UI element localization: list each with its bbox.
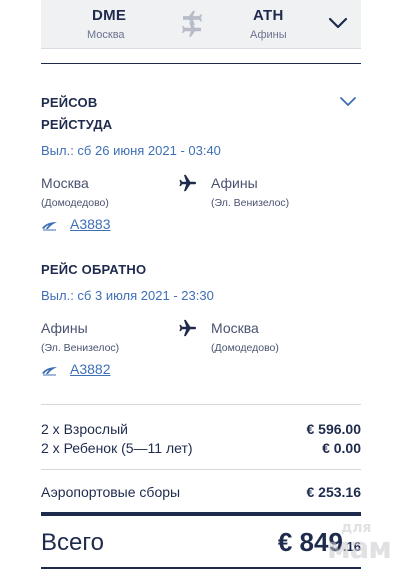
flights-heading: РЕЙСОВ [41,95,98,110]
origin-city: Москва [87,29,125,41]
inbound-destination-city: Москва [211,320,259,336]
outbound-departure: Выл.: сб 26 июня 2021 - 03:40 [41,143,221,158]
child-price-label: 2 x Ребенок (5—11 лет) [41,440,193,456]
inbound-flight-number-link[interactable]: A3882 [70,361,110,377]
divider [41,404,361,405]
outbound-origin-city: Москва [41,175,89,191]
total-whole: 849 [299,527,343,557]
airport-fees-amount: € 253.16 [306,484,362,500]
outbound-destination-airport: (Эл. Венизелос) [211,197,290,209]
outbound-flight-number-link[interactable]: A3883 [70,216,110,232]
round-trip-planes-icon [182,10,202,37]
chevron-down-icon[interactable] [328,13,348,33]
airline-logo-icon [42,367,57,376]
total-cents: .16 [342,539,361,554]
adult-price-label: 2 x Взрослый [41,421,128,437]
inbound-origin-airport: (Эл. Венизелос) [41,342,120,354]
plane-icon [179,174,197,192]
airport-fees-label: Аэропортовые сборы [41,484,181,500]
total-currency: € [277,527,293,557]
destination-code: ATH [253,7,284,24]
inbound-destination-airport: (Домодедово) [211,342,279,354]
chevron-down-icon[interactable] [339,95,357,109]
total-amount: € 849.16 [278,527,361,558]
route-header: DME Москва ATH Афины [41,0,361,49]
plane-icon [179,319,197,337]
child-price-amount: € 0.00 [322,440,361,456]
outbound-origin-airport: (Домодедово) [41,197,109,209]
outbound-heading: РЕЙСТУДА [41,117,113,132]
airline-logo-icon [42,222,57,231]
total-label: Всего [41,529,104,556]
adult-price-amount: € 596.00 [306,421,362,437]
inbound-heading: РЕЙС ОБРАТНО [41,262,147,277]
inbound-departure: Выл.: сб 3 июля 2021 - 23:30 [41,288,214,303]
inbound-origin-city: Афины [41,320,88,336]
divider [41,469,361,470]
outbound-destination-city: Афины [211,175,258,191]
divider [41,567,361,569]
destination-city: Афины [250,29,287,41]
origin-code: DME [92,7,127,24]
divider [41,63,361,64]
total-divider [41,512,361,516]
